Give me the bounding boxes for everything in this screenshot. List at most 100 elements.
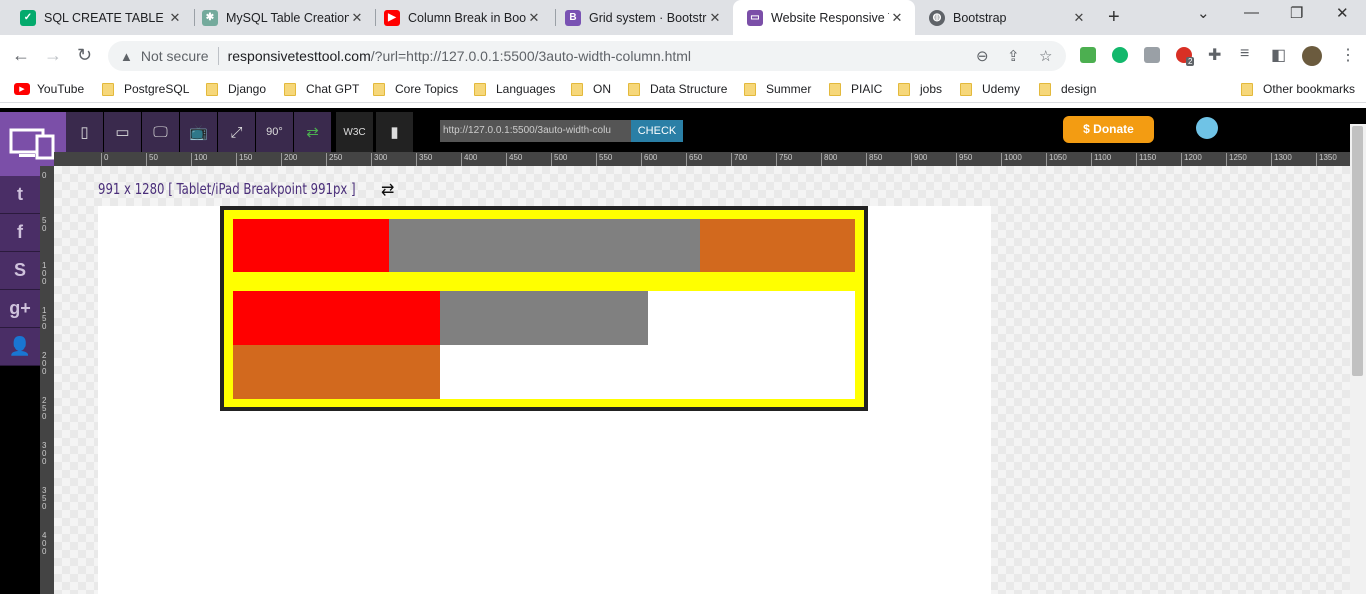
address-bar[interactable]: ▲ Not secure responsivetesttool.com/?url… — [108, 41, 1066, 71]
bookmark-piaic[interactable]: PIAIC — [829, 82, 882, 96]
restore-button[interactable]: ❐ — [1290, 4, 1303, 22]
mobile-view-button[interactable]: ▯ — [66, 112, 103, 152]
tab-search-icon[interactable]: ⌄ — [1197, 4, 1210, 22]
bookmark-languages[interactable]: Languages — [474, 82, 555, 96]
preview-canvas: 991 x 1280 [ Tablet/iPad Breakpoint 991p… — [54, 166, 1350, 594]
globe-icon: ◍ — [929, 9, 945, 26]
bookmark-on[interactable]: ON — [571, 82, 611, 96]
book-button[interactable]: ▮ — [376, 112, 413, 152]
lightbulb-icon[interactable] — [1196, 117, 1218, 139]
forward-button[interactable]: → — [44, 45, 62, 66]
ruler-tick-label: 300 — [371, 153, 387, 166]
folder-icon — [474, 82, 486, 96]
extension-print-icon[interactable] — [1080, 47, 1096, 63]
rotate-90-button[interactable]: 90° — [256, 112, 293, 152]
extensions-icon[interactable]: ✚ — [1208, 45, 1221, 65]
scrollbar-thumb[interactable] — [1352, 126, 1363, 376]
menu-icon[interactable]: ⋮ — [1340, 45, 1356, 65]
ruler-tick-label: 1350 — [1316, 153, 1337, 166]
new-tab-button[interactable]: + — [1108, 6, 1120, 29]
twitter-icon[interactable]: t — [0, 176, 40, 214]
google-plus-icon[interactable]: g+ — [0, 290, 40, 328]
reload-button[interactable]: ↻ — [77, 45, 92, 66]
back-button[interactable]: ← — [12, 45, 30, 66]
tab-mysql-table[interactable]: ✱ MySQL Table Creation ✕ — [188, 0, 375, 35]
column-orange — [699, 219, 855, 272]
tool-url-input[interactable]: http://127.0.0.1:5500/3auto-width-colu — [440, 120, 631, 142]
user-icon[interactable]: 👤 — [0, 328, 40, 366]
close-icon[interactable]: ✕ — [167, 10, 183, 26]
minimize-button[interactable]: — — [1244, 4, 1259, 21]
ruler-tick-label: 900 — [911, 153, 927, 166]
tab-responsive-test[interactable]: ▭ Website Responsive Te ✕ — [733, 0, 915, 35]
ruler-tick-label: 250 — [326, 153, 342, 166]
resize-view-button[interactable]: ⤢ — [218, 112, 255, 152]
bookmark-core-topics[interactable]: Core Topics — [373, 82, 458, 96]
avatar[interactable] — [1302, 46, 1322, 66]
extension-grammarly-icon[interactable] — [1112, 47, 1128, 63]
preview-container — [220, 206, 868, 411]
ruler-tick-label: 350 — [416, 153, 432, 166]
close-window-button[interactable]: ✕ — [1336, 4, 1349, 22]
media-icon[interactable]: ≡ — [1240, 45, 1249, 63]
facebook-icon[interactable]: f — [0, 214, 40, 252]
zoom-icon[interactable]: ⊖ — [976, 47, 989, 65]
bookmark-udemy[interactable]: Udemy — [960, 82, 1020, 96]
ruler-tick-label: 100 — [191, 153, 207, 166]
bookmark-chat-gpt[interactable]: Chat GPT — [284, 82, 359, 96]
check-button[interactable]: CHECK — [631, 120, 683, 142]
bookmark-django[interactable]: Django — [206, 82, 266, 96]
bookmark-data-structure[interactable]: Data Structure — [628, 82, 727, 96]
ruler-tick-label: 1000 — [1001, 153, 1022, 166]
tab-strip: ✓ SQL CREATE TABLE Sta ✕ ✱ MySQL Table C… — [0, 0, 1366, 35]
ruler-tick-label: 800 — [821, 153, 837, 166]
desktop-view-button[interactable]: 🖵 — [142, 112, 179, 152]
ruler-tick-label: 50 — [42, 216, 47, 233]
side-panel-icon[interactable]: ◧ — [1271, 45, 1286, 65]
ruler-tick-label: 1150 — [1136, 153, 1156, 166]
ruler-tick-label: 250 — [42, 396, 47, 421]
tab-column-break[interactable]: ▶ Column Break in Boot ✕ — [370, 0, 552, 35]
breakpoint-label: 991 x 1280 [ Tablet/iPad Breakpoint 991p… — [98, 180, 356, 198]
bookmark-youtube[interactable]: ▶ YouTube — [14, 82, 84, 96]
ruler-tick-label: 150 — [236, 153, 252, 166]
tab-sql-create-table[interactable]: ✓ SQL CREATE TABLE Sta ✕ — [6, 0, 193, 35]
share-icon[interactable]: ⇪ — [1007, 47, 1020, 65]
close-icon[interactable]: ✕ — [349, 10, 365, 26]
share-tool-button[interactable]: ⇄ — [294, 112, 331, 152]
folder-icon — [1241, 82, 1253, 96]
close-icon[interactable]: ✕ — [707, 10, 723, 26]
close-icon[interactable]: ✕ — [1071, 10, 1087, 26]
bookmark-star-icon[interactable]: ☆ — [1039, 47, 1052, 65]
ruler-tick-label: 0 — [42, 171, 47, 180]
ruler-tick-label: 1200 — [1181, 153, 1202, 166]
folder-icon — [744, 82, 756, 96]
page-scrollbar[interactable] — [1350, 124, 1366, 594]
camera-icon[interactable] — [1144, 47, 1160, 63]
w3c-button[interactable]: W3C — [336, 112, 373, 152]
ruler-tick-label: 50 — [146, 153, 158, 166]
ruler-tick-label: 300 — [42, 441, 47, 466]
close-icon[interactable]: ✕ — [889, 10, 905, 26]
tab-grid-system[interactable]: B Grid system · Bootstrap ✕ — [551, 0, 733, 35]
bookmark-jobs[interactable]: jobs — [898, 82, 942, 96]
tv-view-button[interactable]: 📺 — [180, 112, 217, 152]
other-bookmarks[interactable]: Other bookmarks — [1241, 82, 1355, 96]
bookmark-summer[interactable]: Summer — [744, 82, 811, 96]
tab-bootstrap[interactable]: ◍ Bootstrap ✕ — [915, 0, 1097, 35]
skype-icon[interactable]: S — [0, 252, 40, 290]
column-red — [233, 219, 389, 272]
close-icon[interactable]: ✕ — [526, 10, 542, 26]
ruler-tick-label: 200 — [281, 153, 297, 166]
responsive-test-app: ▯ ▭ 🖵 📺 ⤢ 90° ⇄ W3C ▮ http://127.0.0.1:5… — [0, 108, 1366, 594]
ruler-tick-label: 1300 — [1271, 153, 1292, 166]
vertical-ruler: 0 50 100 150 200 250 300 350 400 — [40, 166, 54, 594]
ruler-tick-label: 750 — [776, 153, 792, 166]
rotate-icon[interactable]: ⇄ — [381, 180, 394, 200]
folder-icon — [960, 82, 972, 96]
folder-icon — [206, 82, 218, 96]
bookmark-postgresql[interactable]: PostgreSQL — [102, 82, 189, 96]
bookmark-design[interactable]: design — [1039, 82, 1096, 96]
donate-button[interactable]: $ Donate — [1063, 116, 1154, 143]
tablet-view-button[interactable]: ▭ — [104, 112, 141, 152]
